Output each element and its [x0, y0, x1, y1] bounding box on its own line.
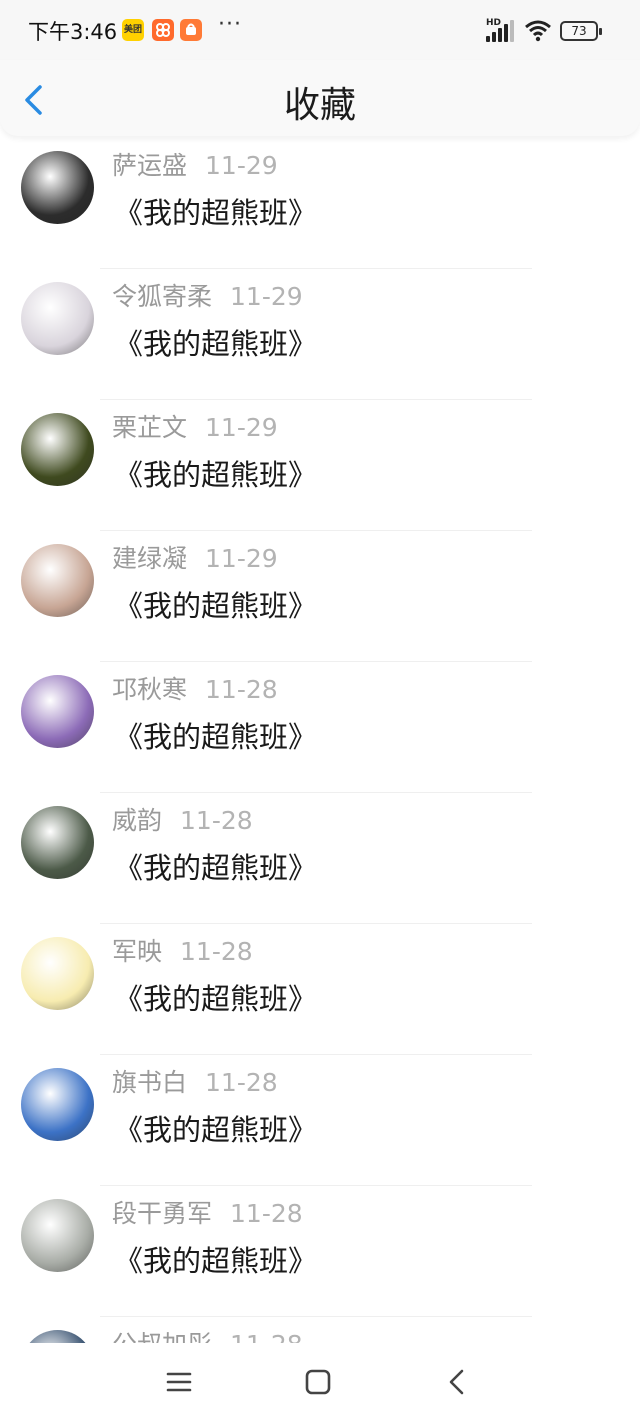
- item-meta: 旗书白 11-28: [112, 1063, 278, 1099]
- item-meta: 邛秋寒 11-28: [112, 670, 278, 706]
- avatar[interactable]: [21, 413, 94, 486]
- item-title[interactable]: 《我的超熊班》: [114, 845, 317, 887]
- avatar[interactable]: [21, 544, 94, 617]
- item-date: 11-29: [205, 544, 278, 573]
- user-name: 公叔加彤: [112, 1330, 212, 1343]
- signal-icon: HD: [486, 18, 516, 42]
- list-item[interactable]: 军映 11-28 《我的超熊班》: [0, 924, 640, 1055]
- list-item[interactable]: 令狐寄柔 11-29 《我的超熊班》: [0, 269, 640, 400]
- item-meta: 栗芷文 11-29: [112, 408, 278, 444]
- list-item[interactable]: 段干勇军 11-28 《我的超熊班》: [0, 1186, 640, 1317]
- item-meta: 令狐寄柔 11-29: [112, 277, 303, 313]
- status-time: 下午3:46: [28, 20, 118, 44]
- list-item[interactable]: 萨运盛 11-29 《我的超熊班》: [0, 138, 640, 269]
- nav-back-button[interactable]: [442, 1367, 472, 1397]
- user-name: 建绿凝: [112, 544, 188, 573]
- shop-icon: [180, 19, 202, 41]
- avatar[interactable]: [21, 282, 94, 355]
- hd-label: HD: [486, 18, 502, 28]
- avatar[interactable]: [21, 1068, 94, 1141]
- item-date: 11-28: [180, 806, 253, 835]
- page-title: 收藏: [283, 85, 356, 126]
- list-item[interactable]: 栗芷文 11-29 《我的超熊班》: [0, 400, 640, 531]
- favorites-list[interactable]: 萨运盛 11-29 《我的超熊班》 令狐寄柔 11-29 《我的超熊班》 栗芷文 11-29 《…: [0, 138, 640, 1343]
- item-title[interactable]: 《我的超熊班》: [114, 976, 317, 1018]
- avatar[interactable]: [21, 1330, 94, 1343]
- user-name: 令狐寄柔: [112, 282, 213, 311]
- back-triangle-icon: [449, 1369, 464, 1395]
- user-name: 段干勇军: [112, 1199, 213, 1228]
- list-item[interactable]: 邛秋寒 11-28 《我的超熊班》: [0, 662, 640, 793]
- list-item[interactable]: 威韵 11-28 《我的超熊班》: [0, 793, 640, 924]
- user-name: 旗书白: [112, 1068, 188, 1097]
- avatar[interactable]: [21, 151, 94, 224]
- app-header: 收藏: [0, 60, 640, 136]
- item-title[interactable]: 《我的超熊班》: [114, 714, 317, 756]
- item-meta: 建绿凝 11-29: [112, 539, 278, 575]
- avatar[interactable]: [21, 806, 94, 879]
- meituan-icon: 美团: [122, 19, 144, 41]
- status-indicators: HD 73: [486, 14, 606, 46]
- item-date: 11-29: [205, 413, 278, 442]
- system-nav-bar: [0, 1343, 640, 1422]
- item-meta: 公叔加彤 11-28: [112, 1325, 303, 1343]
- user-name: 军映: [112, 937, 163, 966]
- battery-indicator: 73: [560, 21, 602, 41]
- item-meta: 萨运盛 11-29: [112, 146, 278, 182]
- avatar[interactable]: [21, 675, 94, 748]
- item-meta: 军映 11-28: [112, 932, 253, 968]
- list-item[interactable]: 公叔加彤11-28《我的超熊班》: [0, 1317, 640, 1343]
- item-date: 11-29: [230, 282, 303, 311]
- user-name: 威韵: [112, 806, 163, 835]
- home-square-icon: [305, 1369, 331, 1395]
- avatar[interactable]: [21, 1199, 94, 1272]
- item-meta: 段干勇军 11-28: [112, 1194, 303, 1230]
- menu-button[interactable]: [164, 1367, 194, 1397]
- item-title[interactable]: 《我的超熊班》: [114, 1238, 317, 1280]
- more-notifications-icon: ···: [218, 12, 242, 37]
- item-meta: 威韵 11-28: [112, 801, 253, 837]
- item-date: 11-28: [230, 1199, 303, 1228]
- app-icon: [152, 19, 174, 41]
- item-title[interactable]: 《我的超熊班》: [114, 1107, 317, 1149]
- menu-icon: [166, 1372, 192, 1392]
- item-title[interactable]: 《我的超熊班》: [114, 583, 317, 625]
- item-date: 11-28: [230, 1330, 303, 1343]
- item-date: 11-28: [205, 675, 278, 704]
- item-title[interactable]: 《我的超熊班》: [114, 321, 317, 363]
- avatar[interactable]: [21, 937, 94, 1010]
- list-item[interactable]: 建绿凝 11-29 《我的超熊班》: [0, 531, 640, 662]
- wifi-icon: [525, 20, 551, 42]
- user-name: 栗芷文: [112, 413, 188, 442]
- home-button[interactable]: [303, 1367, 333, 1397]
- user-name: 邛秋寒: [112, 675, 188, 704]
- status-bar: 下午3:46 美团 ··· HD 73: [0, 0, 640, 60]
- item-title[interactable]: 《我的超熊班》: [114, 452, 317, 494]
- item-date: 11-28: [180, 937, 253, 966]
- list-item[interactable]: 旗书白 11-28 《我的超熊班》: [0, 1055, 640, 1186]
- item-date: 11-28: [205, 1068, 278, 1097]
- item-date: 11-29: [205, 151, 278, 180]
- user-name: 萨运盛: [112, 151, 188, 180]
- item-title[interactable]: 《我的超熊班》: [114, 190, 317, 232]
